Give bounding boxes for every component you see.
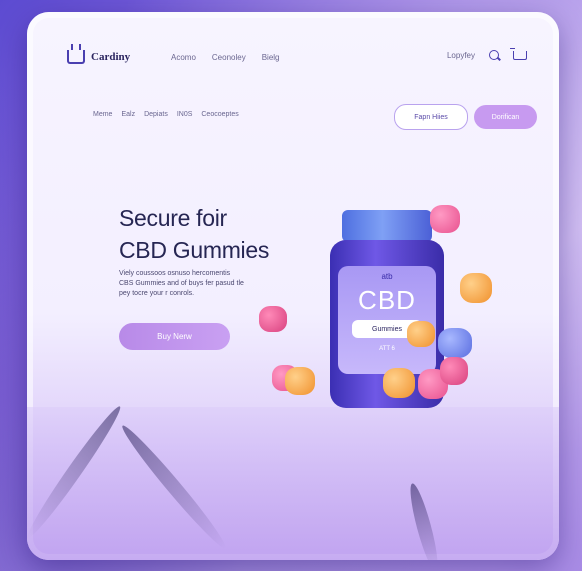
hero-title: Secure foir CBD Gummies <box>119 202 319 266</box>
gummy-blue-right <box>438 328 472 358</box>
gummy-pink-far-right <box>440 357 468 385</box>
label-logo: atb <box>381 272 393 281</box>
brand-logo[interactable]: Cardiny <box>67 44 131 64</box>
cart-icon[interactable] <box>510 47 527 60</box>
label-footer: ATT 6 <box>379 346 395 352</box>
nav-item-bielg[interactable]: Bielg <box>262 53 280 62</box>
sub-nav-item-depiats[interactable]: Depiats <box>144 111 168 118</box>
label-title: CBD <box>358 285 416 315</box>
gummy-pink-left <box>259 306 287 332</box>
top-right-controls: Lopyfey <box>447 47 527 60</box>
hero-title-line-2: CBD Gummies <box>119 237 270 263</box>
nav-item-ceonoley[interactable]: Ceonoley <box>212 53 246 62</box>
gummy-pink-top <box>430 205 460 233</box>
hero-text-line-2: CBS Gummies and of buys fer pasud tle <box>119 280 244 287</box>
hero-text-line-3: pey tocre your r conrols. <box>119 290 195 297</box>
gummy-orange-bottom-right <box>383 368 415 398</box>
buy-now-button[interactable]: Buy Nerw <box>119 323 230 350</box>
nav-item-acomo[interactable]: Acomo <box>171 53 196 62</box>
hero-title-line-1: Secure foir <box>119 205 227 231</box>
sub-nav: Meme Ealz Depiats IN0S Ceocoeptes <box>93 111 239 118</box>
sub-nav-item-ceocoeptes[interactable]: Ceocoeptes <box>201 111 238 118</box>
hero-text-line-1: Viely coussoos osnuso hercomentis <box>119 270 231 277</box>
gummy-orange-bottom-left <box>285 367 315 395</box>
sub-nav-item-ealz[interactable]: Ealz <box>121 111 135 118</box>
sub-nav-item-meme[interactable]: Meme <box>93 111 112 118</box>
bottle-label: atb CBD Gummies ATT 6 <box>338 266 436 374</box>
account-link[interactable]: Lopyfey <box>447 51 475 60</box>
gummy-orange-mid <box>407 321 435 347</box>
secondary-action-button[interactable]: Fapn Hiies <box>394 104 468 130</box>
search-icon[interactable] <box>489 50 499 60</box>
top-bar: Cardiny Acomo Ceonoley Bielg Lopyfey <box>67 44 527 72</box>
cart-logo-icon <box>67 44 85 64</box>
sub-nav-item-in0s[interactable]: IN0S <box>177 111 193 118</box>
gummy-orange-right <box>460 273 492 303</box>
hero-description: Viely coussoos osnuso hercomentis CBS Gu… <box>119 269 289 299</box>
brand-name: Cardiny <box>91 51 131 63</box>
bottle-cap <box>342 210 432 242</box>
browser-frame: Cardiny Acomo Ceonoley Bielg Lopyfey Mem… <box>27 12 559 560</box>
primary-action-button[interactable]: Dorifican <box>474 105 537 129</box>
top-nav: Acomo Ceonoley Bielg <box>171 53 280 62</box>
